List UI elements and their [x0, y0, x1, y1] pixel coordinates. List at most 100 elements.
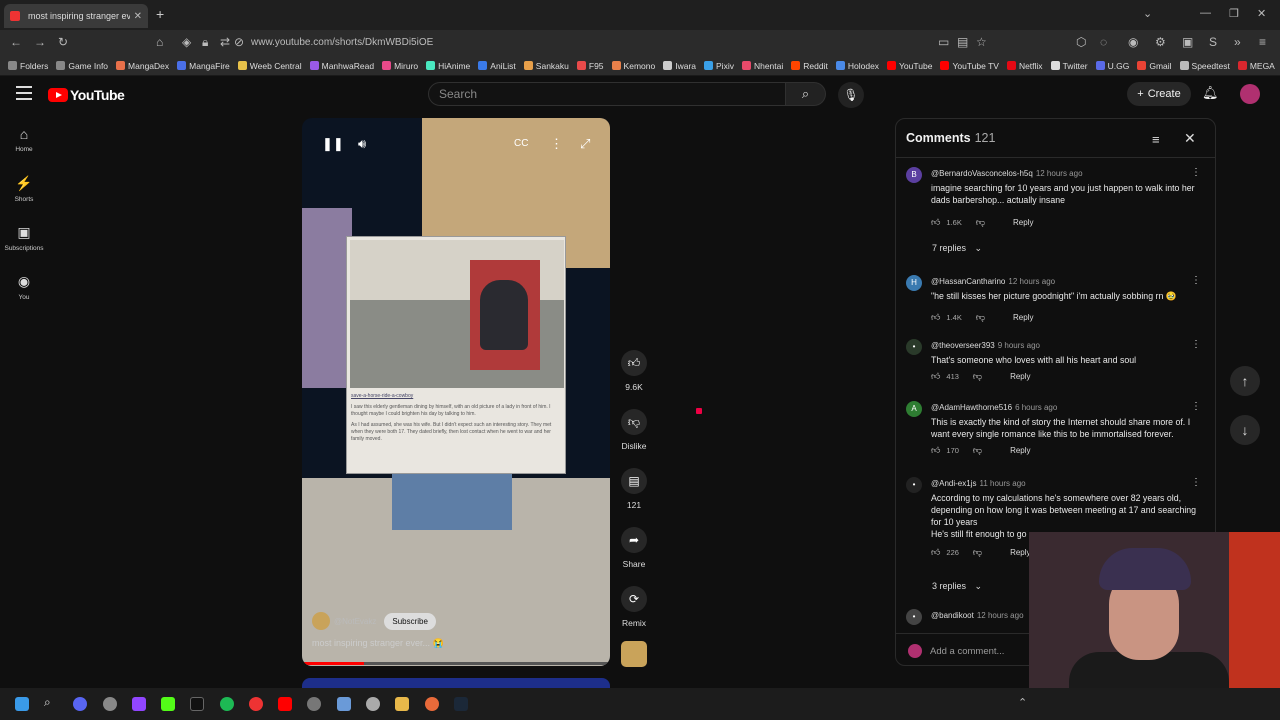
extension-icon[interactable]: ◌ — [1100, 35, 1107, 49]
progress-bar[interactable] — [302, 662, 610, 665]
close-icon[interactable]: ✕ — [1184, 130, 1196, 147]
bookmark-item[interactable]: Weeb Central — [237, 61, 302, 71]
bookmark-item[interactable]: HiAnime — [426, 61, 470, 71]
dislike-comment-icon[interactable]: 👎︎ — [976, 217, 985, 228]
forward-icon[interactable]: → — [34, 35, 46, 49]
voice-search-button[interactable]: 🎙︎ — [838, 82, 864, 108]
bookmark-item[interactable]: U.GG — [1095, 61, 1129, 71]
comment-time[interactable]: 11 hours ago — [979, 479, 1025, 488]
reply-button[interactable]: Reply — [1013, 313, 1033, 322]
menu-icon[interactable]: ≡ — [1259, 35, 1266, 49]
bookmark-item[interactable]: Holodex — [835, 61, 879, 71]
comment-author[interactable]: @Andi-ex1js — [931, 479, 976, 488]
app-icon[interactable] — [366, 697, 380, 711]
sidebar-item-subscriptions[interactable]: ▣ Subscriptions — [0, 224, 48, 252]
reply-button[interactable]: Reply — [1010, 372, 1030, 381]
reply-button[interactable]: Reply — [1010, 446, 1030, 455]
extension-icon[interactable]: S — [1209, 35, 1217, 49]
media-player-icon[interactable] — [307, 697, 321, 711]
comment-options-icon[interactable]: ⋮ — [1191, 401, 1201, 412]
hamburger-menu-icon[interactable] — [16, 86, 32, 100]
bookmark-item[interactable]: Reddit — [791, 61, 828, 71]
fullscreen-icon[interactable]: ⤢ — [580, 136, 590, 152]
bookmark-item[interactable]: AniList — [478, 61, 516, 71]
like-comment-icon[interactable]: 👍︎ — [931, 217, 940, 228]
short-video-player[interactable]: save-a-horse-ride-a-cowboy I saw this el… — [302, 118, 610, 666]
comment-author[interactable]: @HassanCantharino — [931, 277, 1005, 286]
comment-options-icon[interactable]: ⋮ — [1191, 275, 1201, 286]
reply-button[interactable]: Reply — [1013, 218, 1033, 227]
comment-time[interactable]: 12 hours ago — [1036, 169, 1083, 178]
sidebar-item-you[interactable]: ◉ You — [0, 273, 48, 301]
restore-icon[interactable]: ❐ — [1229, 7, 1239, 20]
search-button[interactable]: ⌕ — [786, 82, 826, 106]
tab-list-chevron-icon[interactable]: ⌄ — [1143, 7, 1152, 20]
search-icon[interactable]: ⌕ — [44, 695, 58, 709]
comment-options-icon[interactable]: ⋮ — [1191, 339, 1201, 350]
windows-start-icon[interactable] — [15, 697, 29, 711]
bookmark-item[interactable]: Game Info — [56, 61, 108, 71]
steam-icon[interactable] — [454, 697, 468, 711]
share-button[interactable]: ➦ Share — [616, 527, 652, 569]
bookmark-item[interactable]: YouTube — [887, 61, 932, 71]
comment-time[interactable]: 6 hours ago — [1015, 403, 1057, 412]
app-icon[interactable] — [103, 697, 117, 711]
reload-icon[interactable]: ↻ — [58, 35, 68, 49]
reply-button[interactable]: Reply — [1010, 548, 1030, 557]
like-comment-icon[interactable]: 👍︎ — [931, 371, 940, 382]
x-icon[interactable] — [190, 697, 204, 711]
new-tab-button[interactable]: + — [156, 6, 164, 22]
system-tray-chevron-icon[interactable]: ⌃ — [1018, 696, 1027, 709]
pause-icon[interactable]: ❚❚ — [322, 136, 344, 152]
youtube-logo[interactable]: YouTube — [48, 87, 125, 103]
dislike-comment-icon[interactable]: 👎︎ — [973, 371, 982, 382]
bookmark-item[interactable]: Iwara — [663, 61, 696, 71]
extension-icon[interactable]: ⚙ — [1155, 35, 1166, 49]
lock-icon[interactable]: 🔒︎ — [202, 35, 208, 50]
address-bar[interactable]: www.youtube.com/shorts/DkmWBDi5iOE — [251, 37, 433, 48]
comment-options-icon[interactable]: ⋮ — [1191, 167, 1201, 178]
sound-thumbnail[interactable] — [616, 641, 652, 667]
subscribe-button[interactable]: Subscribe — [384, 612, 436, 630]
browser-icon[interactable] — [425, 697, 439, 711]
commenter-avatar[interactable]: A — [906, 401, 922, 417]
comments-button[interactable]: ▤ 121 — [616, 468, 652, 510]
kick-icon[interactable] — [161, 697, 175, 711]
comment-author[interactable]: @AdamHawthorne516 — [931, 403, 1012, 412]
extension-icon[interactable]: ◉ — [1128, 35, 1138, 49]
volume-icon[interactable]: 🔊︎ — [358, 136, 366, 152]
create-button[interactable]: + Create — [1127, 82, 1191, 106]
bookmark-item[interactable]: Pixiv — [704, 61, 734, 71]
add-comment-input[interactable]: Add a comment... — [930, 646, 1004, 657]
like-comment-icon[interactable]: 👍︎ — [931, 547, 940, 558]
home-page-icon[interactable]: ⌂ — [156, 35, 163, 49]
bookmark-item[interactable]: YouTube TV — [940, 61, 999, 71]
dislike-comment-icon[interactable]: 👎︎ — [976, 312, 985, 323]
shield-icon[interactable]: ◈ — [182, 35, 191, 49]
bookmark-item[interactable]: Nhentai — [741, 61, 783, 71]
bookmark-item[interactable]: MangaDex — [116, 61, 169, 71]
dislike-comment-icon[interactable]: 👎︎ — [973, 547, 982, 558]
bookmark-item[interactable]: Miruro — [382, 61, 418, 71]
picture-in-picture-icon[interactable]: ▭ — [938, 35, 949, 49]
site-controls-icon[interactable]: ⇄ — [220, 35, 230, 49]
file-explorer-icon[interactable] — [395, 697, 409, 711]
commenter-avatar[interactable]: H — [906, 275, 922, 291]
view-replies-button[interactable]: 7 replies ⌄ — [932, 243, 982, 254]
bookmark-item[interactable]: ManhwaRead — [309, 61, 374, 71]
previous-short-button[interactable]: ↑ — [1230, 366, 1260, 396]
bookmark-item[interactable]: Folders — [8, 61, 48, 71]
bookmark-item[interactable]: MEGA — [1237, 61, 1275, 71]
bookmark-item[interactable]: Netflix — [1006, 61, 1043, 71]
remix-button[interactable]: ⟳ Remix — [616, 586, 652, 628]
bookmark-item[interactable]: Sankaku — [523, 61, 569, 71]
close-window-icon[interactable]: ✕ — [1257, 7, 1266, 20]
bookmark-item[interactable]: MangaFire — [177, 61, 230, 71]
channel-name[interactable]: @NotEvakz — [334, 617, 376, 626]
comment-author[interactable]: @theoverseer393 — [931, 341, 995, 350]
bookmark-star-icon[interactable]: ☆ — [976, 35, 987, 49]
more-extensions-icon[interactable]: » — [1234, 35, 1241, 49]
short-title[interactable]: most inspiring stranger ever... 😭 — [312, 638, 444, 649]
next-short-button[interactable]: ↓ — [1230, 415, 1260, 445]
sort-icon[interactable]: ≡ — [1152, 132, 1160, 147]
